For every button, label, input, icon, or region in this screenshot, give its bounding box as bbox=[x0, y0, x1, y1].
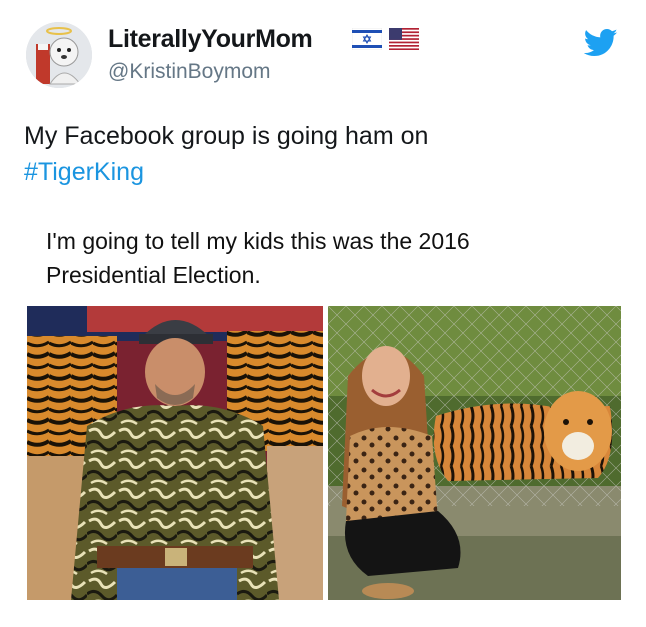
user-handle[interactable]: @KristinBoymom bbox=[108, 60, 271, 84]
tweet-body: My Facebook group is going ham on bbox=[24, 122, 429, 150]
quoted-line-1: I'm going to tell my kids this was the 2… bbox=[46, 228, 470, 254]
avatar-illustration bbox=[26, 22, 92, 88]
display-name[interactable]: LiterallyYourMom bbox=[108, 25, 313, 54]
twitter-bird-icon[interactable] bbox=[584, 28, 618, 58]
tweet-text: My Facebook group is going ham on #Tiger… bbox=[24, 118, 624, 190]
avatar[interactable] bbox=[26, 22, 92, 88]
woman-kneeling-by-tiger-photo[interactable] bbox=[328, 306, 621, 600]
tweet-card: LiterallyYourMom @KristinBoymom My Faceb… bbox=[0, 0, 646, 627]
quoted-line-2: Presidential Election. bbox=[46, 262, 261, 288]
usa-flag-icon bbox=[389, 28, 419, 50]
israel-flag-icon bbox=[352, 28, 382, 50]
man-in-leopard-shirt-with-tigers-photo[interactable] bbox=[27, 306, 323, 600]
hashtag-link[interactable]: #TigerKing bbox=[24, 154, 624, 190]
quoted-post-text: I'm going to tell my kids this was the 2… bbox=[46, 224, 606, 292]
